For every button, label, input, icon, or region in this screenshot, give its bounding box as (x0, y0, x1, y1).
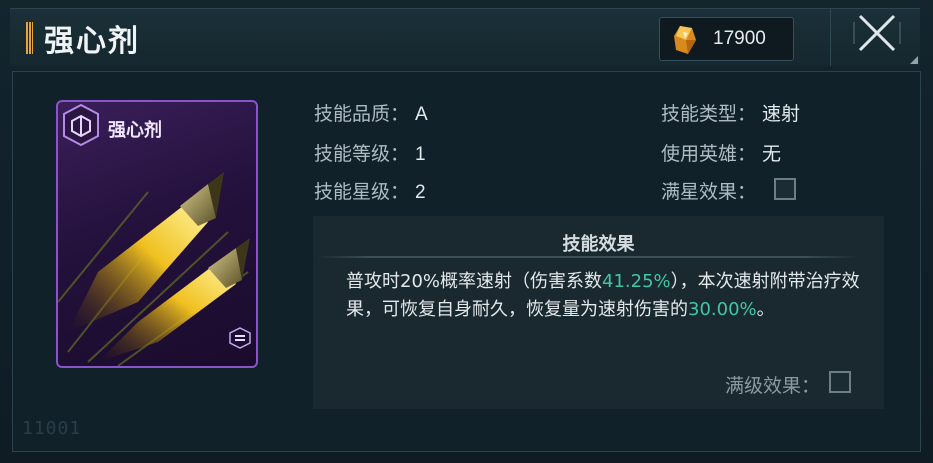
effect-title: 技能效果 (562, 234, 635, 255)
close-icon[interactable] (848, 8, 906, 58)
hero-label: 使用英雄： (661, 143, 757, 165)
crystal-icon (674, 26, 696, 54)
currency-display: 17900 (659, 17, 794, 61)
skill-star: 技能星级： 2 (314, 177, 426, 204)
stack-icon (229, 327, 251, 349)
header-divider (830, 8, 831, 66)
max-star-effect: 满星效果： (661, 177, 756, 204)
skill-quality: 技能品质： A (314, 99, 428, 126)
currency-value: 17900 (713, 28, 766, 49)
skill-type-icon (63, 103, 99, 147)
type-value: 速射 (762, 104, 801, 125)
corner-decoration (910, 56, 918, 64)
skill-level: 技能等级： 1 (314, 139, 426, 166)
max-level-checkbox[interactable] (829, 371, 851, 393)
card-name: 强心剂 (108, 120, 162, 141)
type-label: 技能类型： (661, 103, 757, 125)
max-star-checkbox[interactable] (774, 178, 796, 200)
effect-text-part3: 。 (756, 299, 775, 320)
star-label: 技能星级： (314, 181, 410, 203)
quality-label: 技能品质： (314, 103, 410, 125)
max-star-label: 满星效果： (661, 181, 757, 203)
effect-divider (317, 256, 858, 258)
title-accent-icon (26, 22, 33, 54)
skill-hero: 使用英雄：无 (661, 139, 781, 166)
skill-type: 技能类型： 速射 (661, 99, 800, 126)
star-value: 2 (415, 182, 426, 203)
footer-code: 11001 (22, 418, 82, 439)
level-value: 1 (415, 144, 426, 165)
max-level-label: 满级效果： (725, 375, 821, 397)
effect-description: 普攻时20%概率速射（伤害系数41.25%），本次速射附带治疗效果，可恢复自身耐… (346, 268, 866, 324)
skill-detail-window: 强心剂 17900 强心剂 技能品质： A 技能等级： 1 技能星级： 2 技能… (0, 0, 933, 463)
effect-text-part1: 普攻时20%概率速射（伤害系数 (346, 271, 603, 292)
heal-percent: 30.00% (688, 299, 757, 320)
hero-value: 无 (762, 144, 782, 165)
page-title: 强心剂 (44, 24, 140, 59)
damage-coefficient: 41.25% (602, 271, 671, 292)
level-label: 技能等级： (314, 143, 410, 165)
skill-card: 强心剂 (56, 100, 258, 368)
quality-value: A (415, 104, 428, 125)
